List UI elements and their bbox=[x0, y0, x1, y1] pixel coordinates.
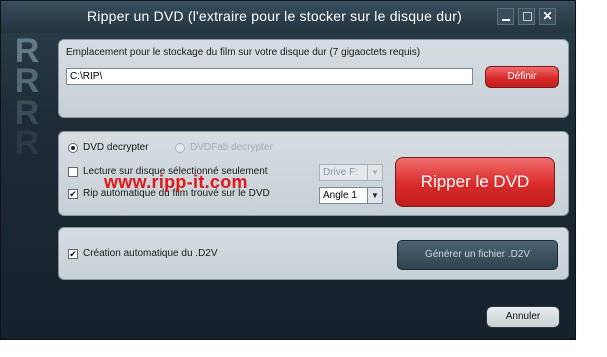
logo-letter: R bbox=[14, 124, 40, 162]
drive-select-value: Drive F: bbox=[323, 167, 358, 178]
chevron-down-icon: ▼ bbox=[367, 188, 382, 203]
angle-select[interactable]: Angle 1 ▼ bbox=[319, 187, 383, 204]
d2v-panel: ✔ Création automatique du .D2V Générer u… bbox=[58, 227, 569, 280]
dvd-decrypter-label: DVD decrypter bbox=[83, 142, 149, 153]
define-button[interactable]: Définir bbox=[485, 66, 559, 88]
storage-path-input[interactable] bbox=[66, 68, 473, 85]
storage-label: Emplacement pour le stockage du film sur… bbox=[66, 47, 421, 58]
close-button[interactable]: ✕ bbox=[539, 8, 556, 25]
angle-select-value: Angle 1 bbox=[323, 190, 357, 201]
drive-select[interactable]: Drive F: ▼ bbox=[319, 164, 383, 181]
dvdfab-decrypter-label: DVDFab decrypter bbox=[190, 142, 273, 153]
auto-rip-checkbox[interactable]: ✔ bbox=[68, 189, 78, 199]
read-selected-only-checkbox[interactable] bbox=[68, 167, 78, 177]
side-logo: R R R R bbox=[5, 34, 49, 160]
watermark-text: www.ripp-it.com bbox=[104, 172, 248, 192]
auto-d2v-checkbox[interactable]: ✔ bbox=[68, 249, 78, 259]
close-icon: ✕ bbox=[542, 9, 553, 23]
rip-dvd-button[interactable]: Ripper le DVD bbox=[395, 157, 555, 207]
minimize-button[interactable] bbox=[497, 8, 514, 25]
minimize-icon bbox=[502, 19, 510, 21]
title-bar[interactable]: Ripper un DVD (l'extraire pour le stocke… bbox=[1, 1, 575, 33]
rip-dvd-window: Ripper un DVD (l'extraire pour le stocke… bbox=[0, 0, 576, 340]
logo-letter: R bbox=[14, 62, 40, 100]
cancel-button[interactable]: Annuler bbox=[486, 306, 560, 328]
chevron-down-icon: ▼ bbox=[367, 165, 382, 180]
maximize-icon bbox=[523, 12, 532, 21]
dvdfab-decrypter-radio[interactable] bbox=[175, 143, 185, 153]
maximize-button[interactable] bbox=[518, 8, 535, 25]
window-title: Ripper un DVD (l'extraire pour le stocke… bbox=[87, 8, 462, 24]
dvd-decrypter-radio[interactable] bbox=[68, 143, 78, 153]
auto-d2v-label: Création automatique du .D2V bbox=[83, 248, 218, 259]
generate-d2v-button[interactable]: Générer un fichier .D2V bbox=[397, 240, 558, 270]
storage-panel: Emplacement pour le stockage du film sur… bbox=[58, 39, 569, 118]
